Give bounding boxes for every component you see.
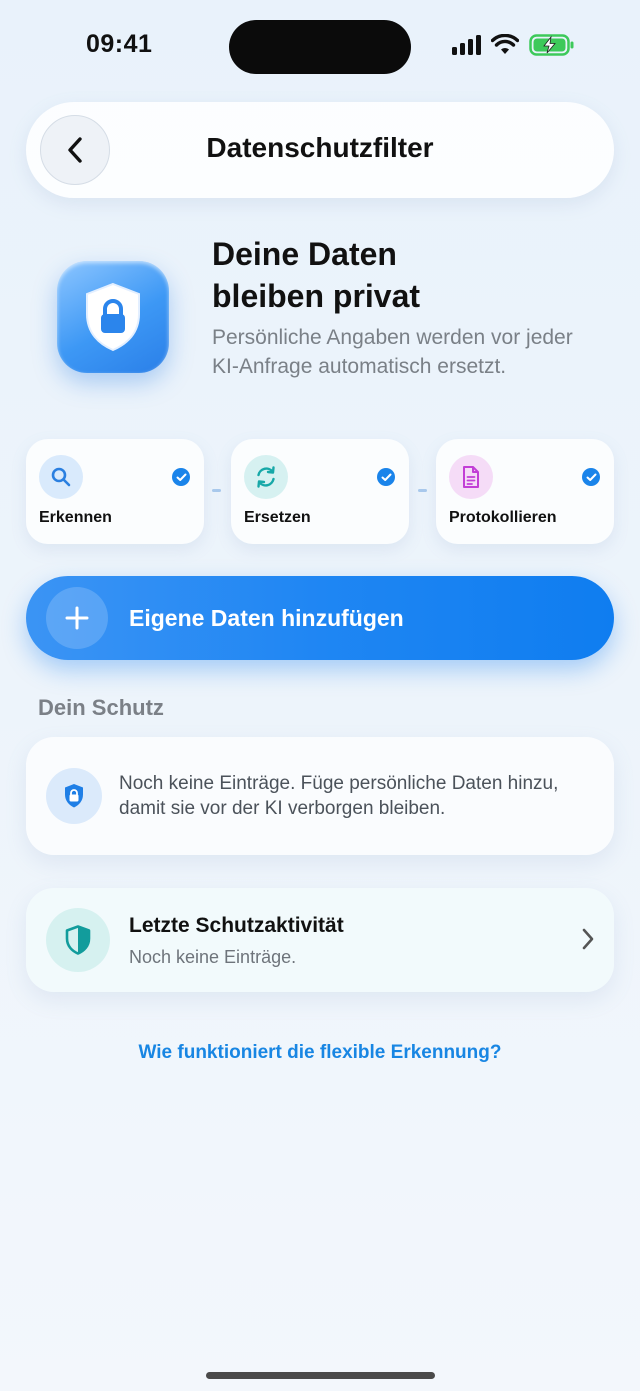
step-label: Erkennen [39,509,112,526]
step-icon-wrap [39,455,83,499]
check-icon [172,468,190,486]
cellular-signal-icon [452,35,481,55]
hero-title: Deine Daten bleiben privat [212,233,592,317]
wifi-icon [491,34,519,54]
chevron-right-icon [582,928,594,950]
refresh-icon [257,466,275,488]
step-icon-wrap [244,455,288,499]
status-time: 09:41 [86,30,153,58]
search-icon [51,467,71,487]
step-icon-wrap [449,455,493,499]
home-indicator[interactable] [206,1372,435,1379]
shield-icon [46,908,110,972]
shield-lock-icon [86,282,140,352]
empty-state-card: Noch keine Einträge. Füge persönliche Da… [26,737,614,855]
page-title: Datenschutzfilter [206,132,434,163]
shield-lock-icon [46,768,102,824]
status-bar: 09:41 [0,0,640,96]
hero-shield-lock-icon [57,261,169,373]
add-own-data-label: Eigene Daten hinzufügen [129,605,404,631]
plus-icon [46,587,108,649]
recent-activity-row[interactable]: Letzte Schutzaktivität Noch keine Einträ… [26,888,614,992]
hero-title-line1: Deine Daten [212,236,397,272]
add-own-data-button[interactable]: Eigene Daten hinzufügen [26,576,614,660]
empty-state-text: Noch keine Einträge. Füge persönliche Da… [119,773,559,819]
step-protokollieren: Protokollieren [436,439,614,544]
navigation-header: Datenschutzfilter [26,102,614,198]
battery-charging-icon [529,34,574,56]
step-connector [212,489,221,492]
hero-subtitle: Persönliche Angaben werden vor jeder KI-… [212,326,573,378]
activity-title: Letzte Schutzaktivität [129,914,344,937]
activity-subtitle: Noch keine Einträge. [129,947,297,967]
help-link[interactable]: Wie funktioniert die flexible Erkennung? [0,1042,640,1064]
step-connector [418,489,427,492]
check-icon [582,468,600,486]
hero-title-line2: bleiben privat [212,278,421,314]
step-label: Ersetzen [244,509,311,526]
document-icon [463,466,479,488]
status-icons [452,34,575,56]
step-label: Protokollieren [449,509,557,526]
step-erkennen: Erkennen [26,439,204,544]
dynamic-island [229,20,411,74]
check-icon [377,468,395,486]
section-title: Dein Schutz [38,695,164,720]
step-ersetzen: Ersetzen [231,439,409,544]
